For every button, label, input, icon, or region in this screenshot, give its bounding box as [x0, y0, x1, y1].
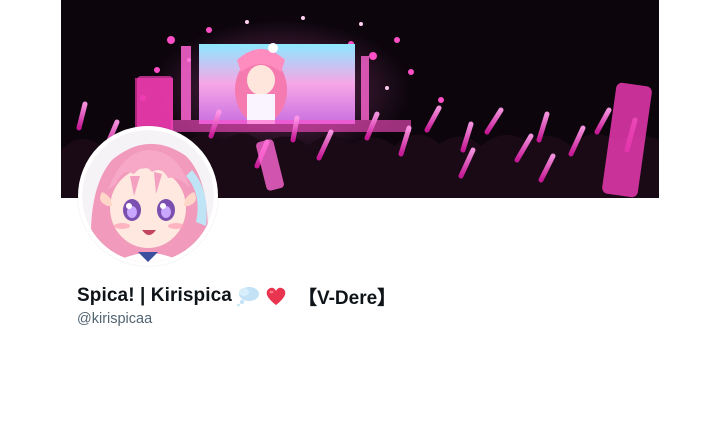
display-name-suffix: 【V-Dere】: [297, 287, 397, 309]
profile-page: Spica! | Kirispica 【V-Dere】 @kirispicaa: [0, 0, 704, 445]
profile-avatar[interactable]: [78, 126, 218, 266]
user-handle: @kirispicaa: [77, 311, 153, 327]
thought-bubble-icon: [236, 285, 260, 307]
display-name-row: Spica! | Kirispica 【V-Dere】: [77, 283, 396, 309]
heart-icon: [264, 285, 288, 307]
anime-girl-avatar-image: [82, 130, 214, 262]
display-name: Spica! | Kirispica: [77, 285, 232, 306]
